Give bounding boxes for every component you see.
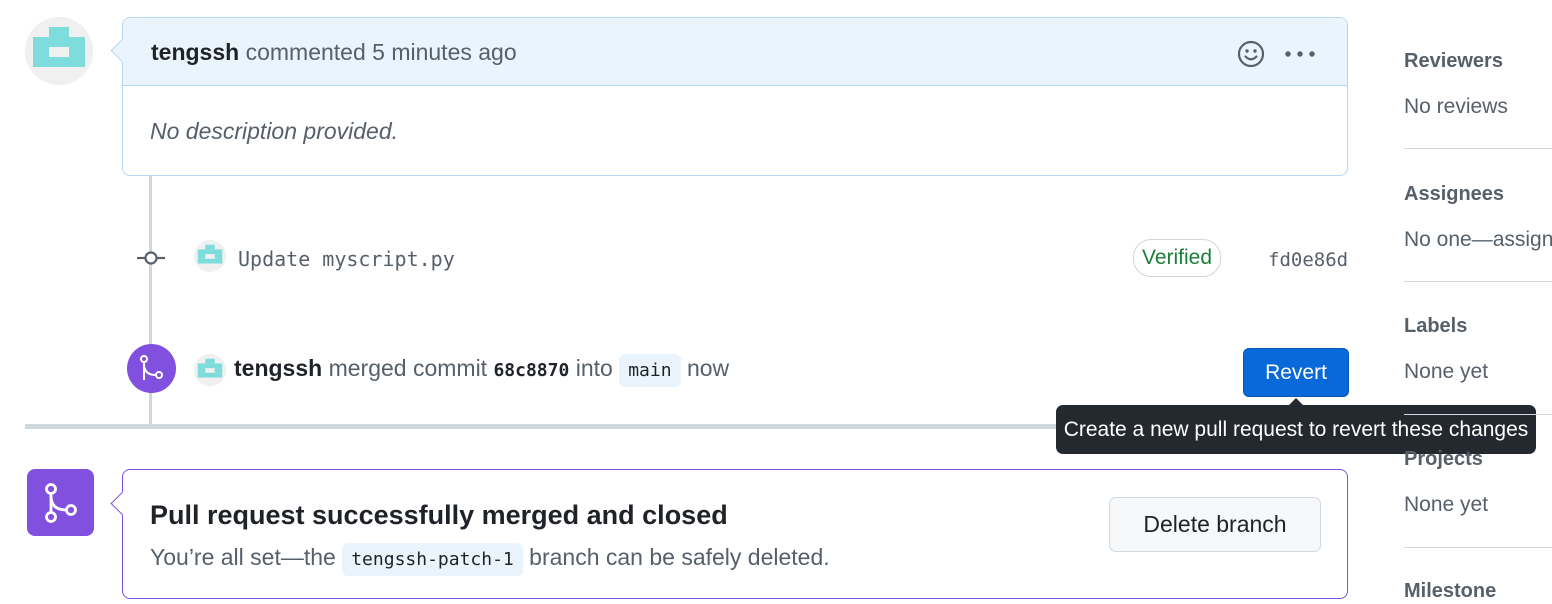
merge-status-pointer xyxy=(110,491,135,516)
delete-branch-button[interactable]: Delete branch xyxy=(1109,497,1321,552)
merge-commit-sha-link[interactable]: 68c8870 xyxy=(493,360,569,381)
revert-button[interactable]: Revert xyxy=(1243,348,1349,397)
sidebar-divider xyxy=(1404,547,1552,548)
reviewers-value: No reviews xyxy=(1404,95,1508,118)
head-branch-link[interactable]: tengssh-patch-1 xyxy=(342,543,523,576)
merge-status-box: Pull request successfully merged and clo… xyxy=(110,469,1348,599)
verified-badge[interactable]: Verified xyxy=(1133,239,1221,277)
comment-meta: tengssh commented 5 minutes ago xyxy=(151,39,517,66)
merge-desc-prefix: You’re all set—the xyxy=(150,544,336,570)
avatar[interactable] xyxy=(25,17,93,85)
merge-status-title: Pull request successfully merged and clo… xyxy=(150,500,728,530)
comment-box: tengssh commented 5 minutes ago No descr… xyxy=(110,17,1348,176)
merge-desc-suffix: branch can be safely deleted. xyxy=(529,544,830,570)
reviewers-heading[interactable]: Reviewers xyxy=(1404,50,1503,73)
assignees-heading[interactable]: Assignees xyxy=(1404,183,1504,206)
comment-author-link[interactable]: tengssh xyxy=(151,39,239,65)
projects-heading[interactable]: Projects xyxy=(1404,448,1483,471)
commit-sha-link[interactable]: fd0e86d xyxy=(1268,249,1348,271)
commit-message-link[interactable]: Update myscript.py xyxy=(238,247,455,271)
merge-status-description: You’re all set—the tengssh-patch-1 branc… xyxy=(150,543,830,576)
revert-tooltip: Create a new pull request to revert thes… xyxy=(1056,405,1536,454)
milestone-heading[interactable]: Milestone xyxy=(1404,580,1496,603)
comment-pointer xyxy=(110,38,135,63)
merge-author-avatar[interactable] xyxy=(194,354,226,386)
commit-author-avatar[interactable] xyxy=(194,240,226,272)
commit-icon xyxy=(137,248,165,268)
labels-heading[interactable]: Labels xyxy=(1404,315,1467,338)
merge-into-text: into xyxy=(575,355,613,381)
merge-time-link[interactable]: now xyxy=(687,355,729,381)
comment-header: tengssh commented 5 minutes ago xyxy=(110,18,1347,86)
sidebar-divider xyxy=(1404,414,1552,415)
labels-value: None yet xyxy=(1404,360,1489,383)
merge-action-text: merged commit xyxy=(328,355,488,381)
merge-event-badge xyxy=(127,344,176,393)
kebab-menu-icon[interactable] xyxy=(1283,40,1317,68)
sidebar-divider xyxy=(1404,148,1552,149)
sidebar-divider xyxy=(1404,281,1552,282)
merge-author-link[interactable]: tengssh xyxy=(234,355,322,381)
merged-icon xyxy=(27,469,94,536)
comment-action: commented xyxy=(245,39,366,65)
smiley-icon[interactable] xyxy=(1237,40,1265,68)
assignees-value[interactable]: No one—assign xyxy=(1404,228,1552,252)
base-branch-link[interactable]: main xyxy=(619,354,681,387)
comment-time-link[interactable]: 5 minutes ago xyxy=(372,39,516,65)
projects-value: None yet xyxy=(1404,493,1489,516)
comment-body: No description provided. xyxy=(150,118,399,144)
merge-event-text: tengssh merged commit 68c8870 into main … xyxy=(234,354,729,387)
